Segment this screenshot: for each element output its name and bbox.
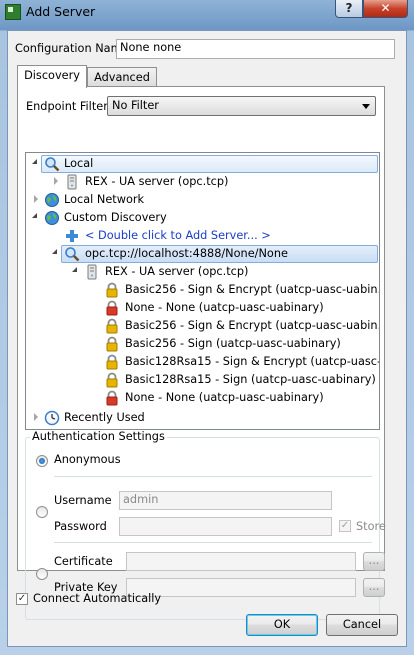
tree-node-endpoint[interactable]: Basic256 - Sign (uatcp-uasc-uabinary): [26, 335, 376, 353]
collapse-arrow-icon[interactable]: [32, 159, 37, 164]
tree-node-endpoint[interactable]: Basic256 - Sign & Encrypt (uatcp-uasc-ua…: [26, 281, 379, 299]
lock-secure-icon: [106, 318, 118, 334]
lock-secure-icon: [106, 372, 118, 388]
tree-label-custom-server: REX - UA server (opc.tcp): [105, 265, 249, 278]
tree-label-endpoint: Basic128Rsa15 - Sign & Encrypt (uatcp-ua…: [125, 355, 380, 368]
expand-arrow-icon[interactable]: [34, 195, 38, 203]
certificate-label: Certificate: [54, 555, 113, 568]
magnifier-icon: [65, 247, 80, 262]
collapse-arrow-icon[interactable]: [32, 213, 37, 218]
tree-node-recently-used[interactable]: Recently Used: [26, 409, 376, 427]
separator: [54, 542, 372, 543]
endpoint-filter-select[interactable]: No Filter: [107, 96, 376, 116]
connect-automatically-label: Connect Automatically: [33, 592, 162, 605]
clock-icon: [44, 410, 60, 426]
username-input[interactable]: admin: [119, 491, 332, 510]
username-radio[interactable]: [36, 506, 48, 518]
window-title: Add Server: [26, 4, 96, 19]
tree-node-custom-server[interactable]: REX - UA server (opc.tcp): [26, 263, 376, 281]
app-icon: [5, 4, 21, 20]
tree-node-endpoint[interactable]: Basic128Rsa15 - Sign & Encrypt (uatcp-ua…: [26, 353, 379, 371]
ok-button[interactable]: OK: [246, 614, 318, 636]
magnifier-icon: [45, 157, 60, 172]
expand-arrow-icon[interactable]: [34, 413, 38, 421]
dropdown-arrow-icon: [362, 104, 370, 109]
tree-node-custom-discovery[interactable]: Custom Discovery: [26, 209, 376, 227]
store-label: Store: [356, 520, 386, 533]
tree-label-endpoint: Basic128Rsa15 - Sign (uatcp-uasc-uabinar…: [125, 373, 376, 386]
password-label: Password: [54, 520, 107, 533]
help-button[interactable]: ?: [335, 0, 363, 18]
tree-label-endpoint: None - None (uatcp-uasc-uabinary): [125, 301, 324, 314]
tree-label-recently-used: Recently Used: [64, 411, 145, 424]
anonymous-radio[interactable]: [36, 455, 48, 467]
auth-settings-title: Authentication Settings: [30, 430, 167, 443]
tree-label-endpoint: None - None (uatcp-uasc-uabinary): [125, 391, 324, 404]
lock-insecure-icon: [106, 300, 118, 316]
tree-node-endpoint[interactable]: None - None (uatcp-uasc-uabinary): [26, 389, 376, 407]
tree-label-endpoint: Basic256 - Sign & Encrypt (uatcp-uasc-ua…: [125, 319, 380, 332]
certificate-input[interactable]: [126, 552, 356, 571]
tree-label-endpoint: Basic256 - Sign (uatcp-uasc-uabinary): [125, 337, 341, 350]
tree-node-local-network[interactable]: Local Network: [26, 191, 376, 209]
dialog-window: Add Server ? ✕ Configuration Name None n…: [0, 0, 414, 655]
collapse-arrow-icon[interactable]: [72, 267, 77, 272]
expand-arrow-icon[interactable]: [54, 177, 58, 185]
discovery-panel: Endpoint Filter: No Filter Local REX - U…: [17, 86, 386, 620]
username-label: Username: [54, 494, 112, 507]
password-input[interactable]: [119, 517, 332, 536]
config-name-label: Configuration Name: [15, 42, 129, 55]
tree-label-custom-discovery: Custom Discovery: [64, 211, 167, 224]
server-icon: [87, 264, 97, 280]
tree-label-local-network: Local Network: [64, 193, 145, 206]
tree-label-add-server: < Double click to Add Server... >: [85, 229, 271, 242]
tab-advanced[interactable]: Advanced: [87, 67, 157, 88]
anonymous-label: Anonymous: [54, 453, 121, 466]
tree-label-local: Local: [64, 157, 94, 170]
tree-label-local-server: REX - UA server (opc.tcp): [85, 175, 229, 188]
tree-node-endpoint[interactable]: Basic256 - Sign & Encrypt (uatcp-uasc-ua…: [26, 317, 379, 335]
tree-node-local-server[interactable]: REX - UA server (opc.tcp): [26, 173, 376, 191]
tree-node-endpoint-url[interactable]: opc.tcp://localhost:4888/None/None: [26, 245, 376, 263]
lock-secure-icon: [106, 336, 118, 352]
globe-icon: [45, 193, 59, 207]
tree-label-endpoint-url: opc.tcp://localhost:4888/None/None: [85, 247, 288, 260]
dialog-client-area: Configuration Name None none Discovery A…: [7, 30, 407, 647]
tab-discovery[interactable]: Discovery: [17, 65, 87, 88]
title-bar[interactable]: Add Server ? ✕: [0, 0, 414, 24]
tree-node-local[interactable]: Local: [26, 155, 376, 173]
tree-node-endpoint[interactable]: Basic128Rsa15 - Sign (uatcp-uasc-uabinar…: [26, 371, 376, 389]
config-name-input[interactable]: None none: [116, 39, 395, 59]
server-icon: [67, 174, 77, 190]
store-checkbox[interactable]: ✓: [339, 520, 351, 532]
tree-node-endpoint[interactable]: None - None (uatcp-uasc-uabinary): [26, 299, 376, 317]
connect-automatically-checkbox[interactable]: ✓: [16, 593, 28, 605]
close-button[interactable]: ✕: [363, 0, 408, 18]
certificate-browse-button[interactable]: ...: [363, 552, 385, 571]
collapse-arrow-icon[interactable]: [52, 249, 57, 254]
tree-label-endpoint: Basic256 - Sign & Encrypt (uatcp-uasc-ua…: [125, 283, 380, 296]
server-tree[interactable]: Local REX - UA server (opc.tcp) Local Ne…: [25, 152, 380, 430]
plus-icon: [66, 230, 78, 242]
certificate-radio[interactable]: [36, 568, 48, 580]
separator: [54, 476, 372, 477]
globe-icon: [45, 211, 59, 225]
lock-secure-icon: [106, 282, 118, 298]
lock-secure-icon: [106, 354, 118, 370]
cancel-button[interactable]: Cancel: [326, 614, 398, 636]
lock-insecure-icon: [106, 390, 118, 406]
endpoint-filter-label: Endpoint Filter:: [26, 100, 112, 113]
endpoint-filter-value: No Filter: [112, 99, 159, 112]
private-key-browse-button[interactable]: ...: [363, 578, 385, 597]
tree-node-add-server[interactable]: < Double click to Add Server... >: [26, 227, 376, 245]
